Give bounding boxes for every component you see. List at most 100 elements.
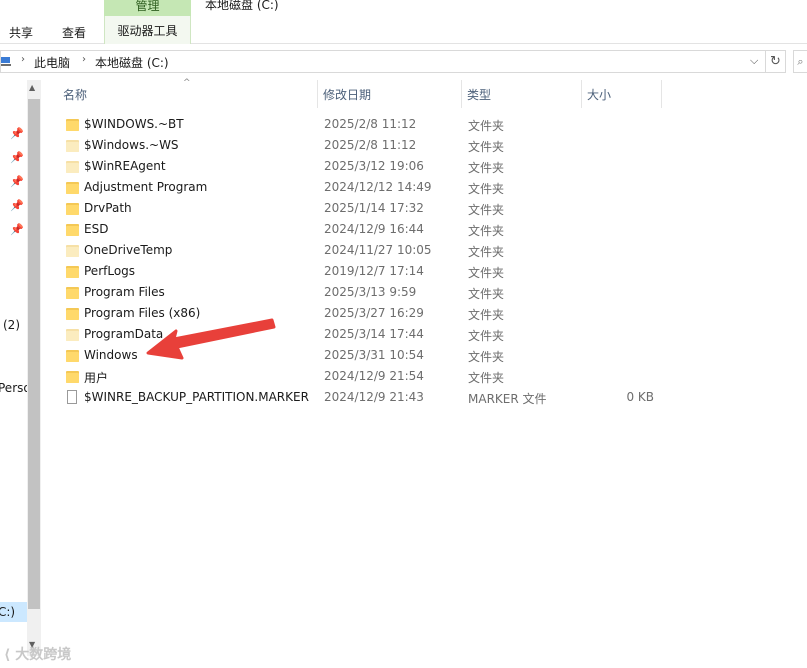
file-type: 文件夹 (468, 161, 505, 175)
folder-icon (66, 286, 79, 299)
pin-icon[interactable]: 📌 (10, 199, 24, 212)
column-divider[interactable] (661, 80, 662, 108)
file-date: 2025/3/27 16:29 (324, 306, 424, 320)
folder-icon-front (66, 352, 79, 362)
file-date: 2025/3/13 9:59 (324, 285, 417, 299)
file-name: $WINDOWS.~BT (84, 117, 184, 131)
column-header-name[interactable]: 名称 (63, 86, 87, 103)
file-type: 文件夹 (468, 308, 505, 322)
file-date: 2024/12/9 21:43 (324, 390, 424, 404)
context-group-manage: 管理 (104, 0, 191, 16)
file-name: ProgramData (84, 327, 164, 341)
file-name: 用户 (84, 371, 109, 385)
file-type: 文件夹 (468, 287, 505, 301)
column-divider[interactable] (317, 80, 318, 108)
scroll-up-icon[interactable]: ▲ (29, 83, 35, 92)
nav-scrollbar-thumb[interactable] (28, 99, 40, 609)
list-item[interactable]: $WINDOWS.~BT 2025/2/8 11:12 文件夹 (62, 114, 662, 135)
column-header-size[interactable]: 大小 (587, 86, 611, 103)
list-item[interactable]: $Windows.~WS 2025/2/8 11:12 文件夹 (62, 135, 662, 156)
folder-icon-front (66, 247, 79, 257)
list-item[interactable]: 用户 2024/12/9 21:54 文件夹 (62, 366, 662, 387)
folder-icon-front (66, 268, 79, 278)
list-item[interactable]: Adjustment Program 2024/12/12 14:49 文件夹 (62, 177, 662, 198)
list-item[interactable]: $WinREAgent 2025/3/12 19:06 文件夹 (62, 156, 662, 177)
file-type: 文件夹 (468, 371, 505, 385)
ribbon: 共享 查看 管理 驱动器工具 本地磁盘 (C:) (0, 0, 807, 44)
folder-icon-front (66, 331, 79, 341)
list-item[interactable]: DrvPath 2025/1/14 17:32 文件夹 (62, 198, 662, 219)
folder-icon-front (66, 310, 79, 320)
tab-share[interactable]: 共享 (9, 24, 33, 41)
breadcrumb-this-pc[interactable]: 此电脑 (34, 54, 70, 71)
pin-icon[interactable]: 📌 (10, 151, 24, 164)
folder-icon (66, 118, 79, 131)
list-item[interactable]: OneDriveTemp 2024/11/27 10:05 文件夹 (62, 240, 662, 261)
nav-item-count[interactable]: (2) (3, 318, 20, 332)
tab-view[interactable]: 查看 (62, 24, 86, 41)
tab-drive-tools[interactable]: 驱动器工具 (104, 16, 191, 44)
pin-icon[interactable]: 📌 (10, 175, 24, 188)
file-name: $WINRE_BACKUP_PARTITION.MARKER (84, 390, 309, 404)
nav-item-drive-c[interactable]: C:) (0, 605, 15, 619)
column-divider[interactable] (581, 80, 582, 108)
computer-icon (1, 57, 11, 66)
file-date: 2024/12/9 16:44 (324, 222, 424, 236)
file-name: Program Files (x86) (84, 306, 201, 320)
refresh-icon[interactable]: ↻ (766, 50, 786, 73)
file-type: 文件夹 (468, 119, 505, 133)
file-type: 文件夹 (468, 329, 505, 343)
file-type: 文件夹 (468, 203, 505, 217)
list-item[interactable]: Program Files 2025/3/13 9:59 文件夹 (62, 282, 662, 303)
file-name: Windows (84, 348, 138, 362)
file-date: 2025/2/8 11:12 (324, 117, 417, 131)
list-item[interactable]: ESD 2024/12/9 16:44 文件夹 (62, 219, 662, 240)
folder-icon (66, 202, 79, 215)
list-item[interactable]: Program Files (x86) 2025/3/27 16:29 文件夹 (62, 303, 662, 324)
breadcrumb-separator[interactable]: › (21, 54, 25, 65)
address-bar[interactable]: › 此电脑 › 本地磁盘 (C:) ⌵ (0, 50, 766, 73)
folder-icon-front (66, 226, 79, 236)
folder-icon-front (66, 184, 79, 194)
folder-icon (66, 328, 79, 341)
folder-icon-front (66, 142, 79, 152)
file-icon (67, 390, 77, 404)
file-type: 文件夹 (468, 245, 505, 259)
folder-icon (66, 139, 79, 152)
file-name: ESD (84, 222, 109, 236)
folder-icon-front (66, 205, 79, 215)
file-date: 2025/3/14 17:44 (324, 327, 424, 341)
list-item[interactable]: Windows 2025/3/31 10:54 文件夹 (62, 345, 662, 366)
search-input[interactable]: ⌕ (793, 50, 807, 73)
file-date: 2024/11/27 10:05 (324, 243, 432, 257)
folder-icon (66, 181, 79, 194)
file-name: PerfLogs (84, 264, 136, 278)
file-name: OneDriveTemp (84, 243, 173, 257)
folder-icon (66, 370, 79, 383)
folder-icon (66, 160, 79, 173)
chevron-down-icon[interactable]: ⌵ (750, 54, 758, 68)
column-header-date[interactable]: 修改日期 (323, 86, 371, 103)
file-date: 2024/12/12 14:49 (324, 180, 432, 194)
pin-icon[interactable]: 📌 (10, 127, 24, 140)
column-divider[interactable] (461, 80, 462, 108)
column-header-type[interactable]: 类型 (467, 86, 491, 103)
list-item[interactable]: ProgramData 2025/3/14 17:44 文件夹 (62, 324, 662, 345)
folder-icon-front (66, 289, 79, 299)
breadcrumb-local-disk[interactable]: 本地磁盘 (C:) (95, 54, 169, 71)
file-size: 0 KB (626, 390, 654, 404)
file-name: $Windows.~WS (84, 138, 179, 152)
list-item[interactable]: $WINRE_BACKUP_PARTITION.MARKER 2024/12/9 … (62, 387, 662, 408)
file-type: 文件夹 (468, 350, 505, 364)
watermark-logo: ⟨ 大数跨境 (4, 647, 72, 663)
file-date: 2025/3/12 19:06 (324, 159, 424, 173)
folder-icon-front (66, 163, 79, 173)
pin-icon[interactable]: 📌 (10, 223, 24, 236)
folder-icon-front (66, 121, 79, 131)
file-name: Program Files (84, 285, 165, 299)
file-type: MARKER 文件 (468, 392, 547, 406)
sort-ascending-icon: ^ (183, 78, 191, 88)
file-date: 2025/2/8 11:12 (324, 138, 417, 152)
list-item[interactable]: PerfLogs 2019/12/7 17:14 文件夹 (62, 261, 662, 282)
breadcrumb-separator[interactable]: › (82, 54, 86, 65)
